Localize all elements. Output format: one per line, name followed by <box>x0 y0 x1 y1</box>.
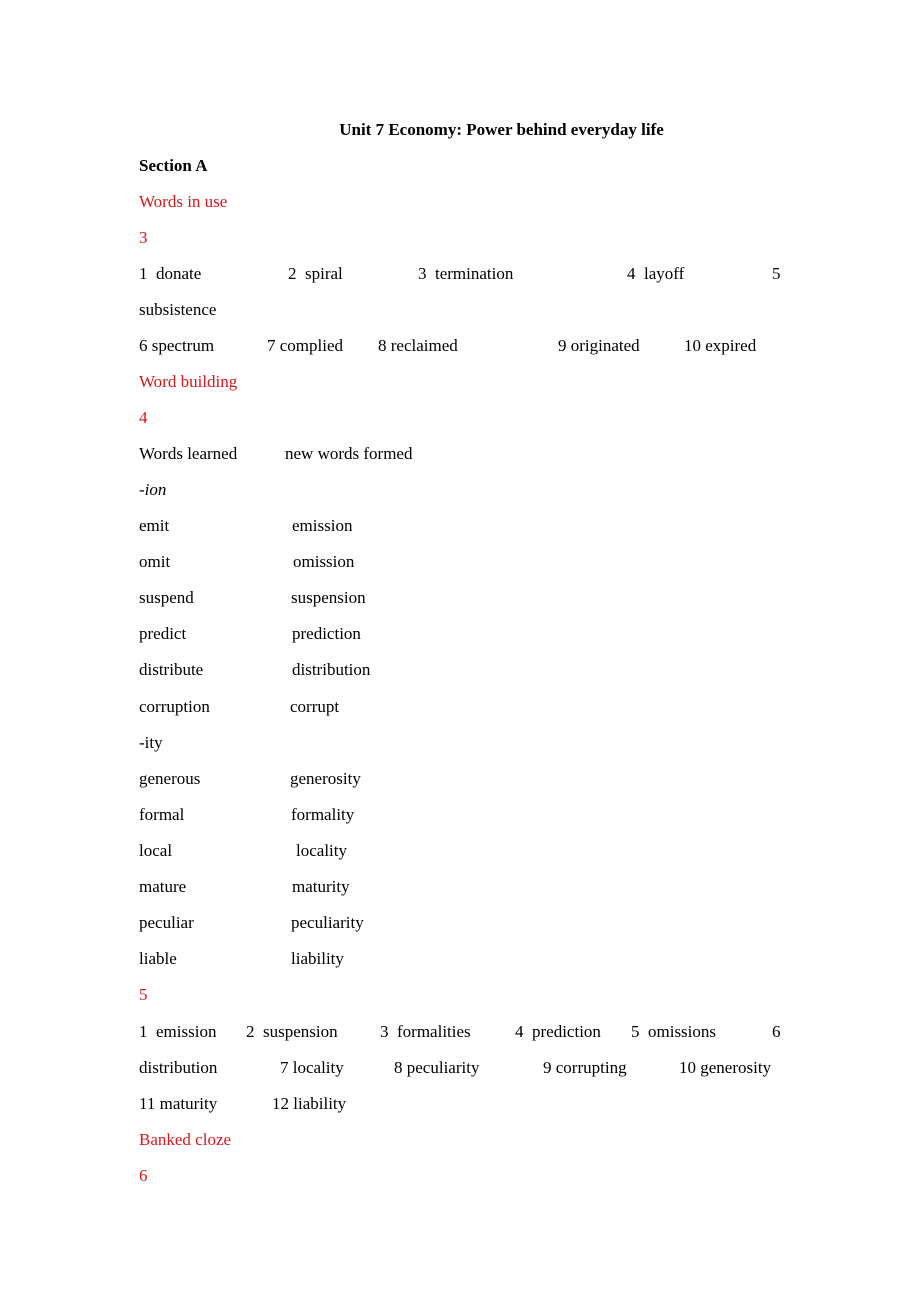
banked-cloze-heading: Banked cloze <box>139 1130 232 1149</box>
word-formed: locality <box>296 841 347 860</box>
exercise-number-6: 6 <box>139 1166 148 1185</box>
word-formed: emission <box>292 516 353 535</box>
word-learned: predict <box>139 624 187 643</box>
word-learned: liable <box>139 949 177 968</box>
column-headers: Words learned new words formed <box>139 444 789 464</box>
answer-item: 11 maturity <box>139 1094 218 1113</box>
answer-item: 8 peculiarity <box>394 1058 480 1077</box>
word-pair-row: emit emission <box>139 516 789 536</box>
exercise-number-4: 4 <box>139 408 148 427</box>
word-learned: distribute <box>139 660 204 679</box>
answer-item: 8 reclaimed <box>378 336 458 355</box>
word-learned: peculiar <box>139 913 194 932</box>
suffix-label: -ity <box>139 733 163 752</box>
word-pair-row: peculiar peculiarity <box>139 913 789 933</box>
word-formed: corrupt <box>290 697 340 716</box>
answers-row: 6 spectrum 7 complied 8 reclaimed 9 orig… <box>139 336 789 356</box>
word-formed: liability <box>291 949 344 968</box>
answer-item: 12 liability <box>272 1094 347 1113</box>
answer-item: 2 suspension <box>246 1022 338 1041</box>
word-building-heading: Word building <box>139 372 238 391</box>
document-title: Unit 7 Economy: Power behind everyday li… <box>339 120 664 139</box>
exercise-number-3: 3 <box>139 228 148 247</box>
word-formed: omission <box>293 552 355 571</box>
answer-item: 9 corrupting <box>543 1058 627 1077</box>
answer-item: 3 termination <box>418 264 514 283</box>
word-formed: distribution <box>292 660 371 679</box>
word-pair-row: distribute distribution <box>139 660 789 680</box>
answer-item: 7 locality <box>280 1058 344 1077</box>
answer-item: 5 omissions <box>631 1022 717 1041</box>
word-learned: mature <box>139 877 187 896</box>
words-in-use-heading: Words in use <box>139 192 228 211</box>
suffix-label: -ion <box>139 480 167 499</box>
answer-item-wrap: subsistence <box>139 300 217 319</box>
answer-item: 10 expired <box>684 336 757 355</box>
answer-item: 9 originated <box>558 336 640 355</box>
word-pair-row: formal formality <box>139 805 789 825</box>
word-pair-row: liable liability <box>139 949 789 969</box>
answer-item: 10 generosity <box>679 1058 772 1077</box>
word-pair-row: suspend suspension <box>139 588 789 608</box>
answers-row: 11 maturity 12 liability <box>139 1094 789 1114</box>
word-formed: peculiarity <box>291 913 364 932</box>
word-formed: maturity <box>292 877 350 896</box>
answer-item: 7 complied <box>267 336 344 355</box>
answer-item: 6 <box>772 1022 781 1041</box>
word-learned: suspend <box>139 588 194 607</box>
word-learned: formal <box>139 805 185 824</box>
word-learned: omit <box>139 552 171 571</box>
answer-item: 1 emission <box>139 1022 217 1041</box>
answer-item: 2 spiral <box>288 264 343 283</box>
answer-item: 5 <box>772 264 781 283</box>
col-header-words-learned: Words learned <box>139 444 238 463</box>
word-formed: formality <box>291 805 355 824</box>
answer-item: distribution <box>139 1058 218 1077</box>
answers-row: distribution 7 locality 8 peculiarity 9 … <box>139 1058 789 1078</box>
word-pair-row: generous generosity <box>139 769 789 789</box>
word-pair-row: mature maturity <box>139 877 789 897</box>
answer-item: 3 formalities <box>380 1022 471 1041</box>
section-heading: Section A <box>139 156 208 175</box>
answer-item: 1 donate <box>139 264 202 283</box>
word-learned: corruption <box>139 697 210 716</box>
word-learned: generous <box>139 769 201 788</box>
word-formed: suspension <box>291 588 366 607</box>
answer-item: 4 layoff <box>627 264 685 283</box>
word-learned: local <box>139 841 173 860</box>
word-learned: emit <box>139 516 170 535</box>
answer-item: 6 spectrum <box>139 336 215 355</box>
exercise-number-5: 5 <box>139 985 148 1004</box>
answers-row: 1 emission 2 suspension 3 formalities 4 … <box>139 1022 789 1042</box>
word-pair-row: local locality <box>139 841 789 861</box>
word-pair-row: predict prediction <box>139 624 789 644</box>
col-header-new-words: new words formed <box>285 444 413 463</box>
word-formed: generosity <box>290 769 361 788</box>
answer-item: 4 prediction <box>515 1022 601 1041</box>
word-pair-row: omit omission <box>139 552 789 572</box>
word-formed: prediction <box>292 624 361 643</box>
answers-row: 1 donate 2 spiral 3 termination 4 layoff… <box>139 264 789 284</box>
word-pair-row: corruption corrupt <box>139 697 789 717</box>
